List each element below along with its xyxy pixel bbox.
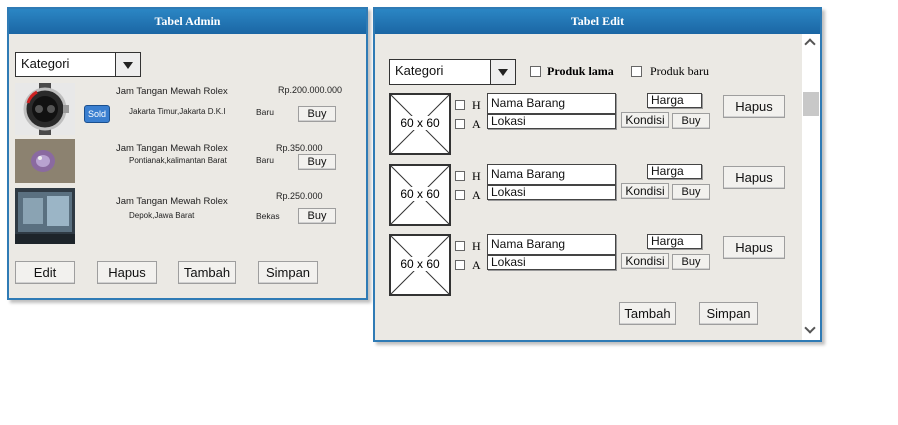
item-price: Rp.200.000.000 xyxy=(278,85,343,95)
harga-field[interactable]: Harga xyxy=(647,93,702,108)
a-checkbox[interactable] xyxy=(455,190,465,200)
h-checkbox[interactable] xyxy=(455,100,465,110)
product-image-stone xyxy=(15,188,75,244)
produk-lama-checkbox[interactable] xyxy=(530,66,541,77)
item-location: Jakarta Timur,Jakarta D.K.I xyxy=(129,107,226,116)
simpan-button[interactable]: Simpan xyxy=(258,261,318,284)
sold-badge: Sold xyxy=(84,105,110,123)
edit-window: Tabel Edit Kategori Produk lama Produk b… xyxy=(373,7,822,342)
chevron-down-icon[interactable] xyxy=(804,322,816,334)
chevron-up-icon[interactable] xyxy=(804,38,816,50)
image-placeholder: 60 x 60 xyxy=(389,164,451,226)
item-location: Depok,Jawa Barat xyxy=(129,211,195,220)
image-placeholder: 60 x 60 xyxy=(389,234,451,296)
admin-window: Tabel Admin Kategori Sold Jam Tangan Mew… xyxy=(7,7,368,300)
kondisi-button[interactable]: Kondisi xyxy=(621,183,669,199)
buy-button[interactable]: Buy xyxy=(298,208,336,224)
buy-button[interactable]: Buy xyxy=(298,154,336,170)
kondisi-button[interactable]: Kondisi xyxy=(621,253,669,269)
h-checkbox-label: H xyxy=(472,169,481,183)
placeholder-size-label: 60 x 60 xyxy=(399,116,441,130)
buy-button[interactable]: Buy xyxy=(672,254,710,270)
item-location: Pontianak,kalimantan Barat xyxy=(129,156,227,165)
buy-button[interactable]: Buy xyxy=(298,106,336,122)
harga-field[interactable]: Harga xyxy=(647,234,702,249)
hapus-button[interactable]: Hapus xyxy=(723,236,785,259)
category-select-label: Kategori xyxy=(395,63,444,78)
nama-barang-field[interactable]: Nama Barang xyxy=(487,164,616,185)
harga-field[interactable]: Harga xyxy=(647,164,702,179)
h-checkbox-label: H xyxy=(472,98,481,112)
product-image-ring xyxy=(15,139,75,183)
hapus-button[interactable]: Hapus xyxy=(97,261,157,284)
produk-baru-label: Produk baru xyxy=(650,64,709,78)
scrollbar-thumb[interactable] xyxy=(803,92,819,116)
item-condition: Baru xyxy=(256,107,274,117)
placeholder-size-label: 60 x 60 xyxy=(399,187,441,201)
item-price: Rp.350.000 xyxy=(276,143,323,153)
buy-button[interactable]: Buy xyxy=(672,184,710,200)
item-name: Jam Tangan Mewah Rolex xyxy=(116,196,228,207)
a-checkbox[interactable] xyxy=(455,119,465,129)
lokasi-field[interactable]: Lokasi xyxy=(487,255,616,270)
item-name: Jam Tangan Mewah Rolex xyxy=(116,143,228,154)
chevron-down-icon[interactable] xyxy=(115,53,140,76)
h-checkbox[interactable] xyxy=(455,241,465,251)
produk-lama-label: Produk lama xyxy=(547,64,614,78)
tambah-button[interactable]: Tambah xyxy=(619,302,676,325)
hapus-button[interactable]: Hapus xyxy=(723,95,785,118)
produk-baru-checkbox[interactable] xyxy=(631,66,642,77)
a-checkbox-label: A xyxy=(472,188,481,202)
item-price: Rp.250.000 xyxy=(276,191,323,201)
lokasi-field[interactable]: Lokasi xyxy=(487,185,616,200)
product-image-watch xyxy=(15,83,75,135)
simpan-button[interactable]: Simpan xyxy=(699,302,758,325)
a-checkbox[interactable] xyxy=(455,260,465,270)
edit-category-select[interactable]: Kategori xyxy=(389,59,516,85)
a-checkbox-label: A xyxy=(472,117,481,131)
admin-category-select[interactable]: Kategori xyxy=(15,52,141,77)
hapus-button[interactable]: Hapus xyxy=(723,166,785,189)
item-name: Jam Tangan Mewah Rolex xyxy=(116,86,228,97)
chevron-down-icon[interactable] xyxy=(490,60,515,84)
lokasi-field[interactable]: Lokasi xyxy=(487,114,616,129)
category-select-label: Kategori xyxy=(21,56,70,71)
buy-button[interactable]: Buy xyxy=(672,113,710,129)
h-checkbox[interactable] xyxy=(455,171,465,181)
admin-title: Tabel Admin xyxy=(9,9,366,34)
kondisi-button[interactable]: Kondisi xyxy=(621,112,669,128)
vertical-scrollbar[interactable] xyxy=(802,34,820,340)
edit-title: Tabel Edit xyxy=(375,9,820,34)
image-placeholder: 60 x 60 xyxy=(389,93,451,155)
tambah-button[interactable]: Tambah xyxy=(178,261,236,284)
a-checkbox-label: A xyxy=(472,258,481,272)
placeholder-size-label: 60 x 60 xyxy=(399,257,441,271)
edit-button[interactable]: Edit xyxy=(15,261,75,284)
item-condition: Bekas xyxy=(256,211,280,221)
item-condition: Baru xyxy=(256,155,274,165)
h-checkbox-label: H xyxy=(472,239,481,253)
nama-barang-field[interactable]: Nama Barang xyxy=(487,93,616,114)
nama-barang-field[interactable]: Nama Barang xyxy=(487,234,616,255)
